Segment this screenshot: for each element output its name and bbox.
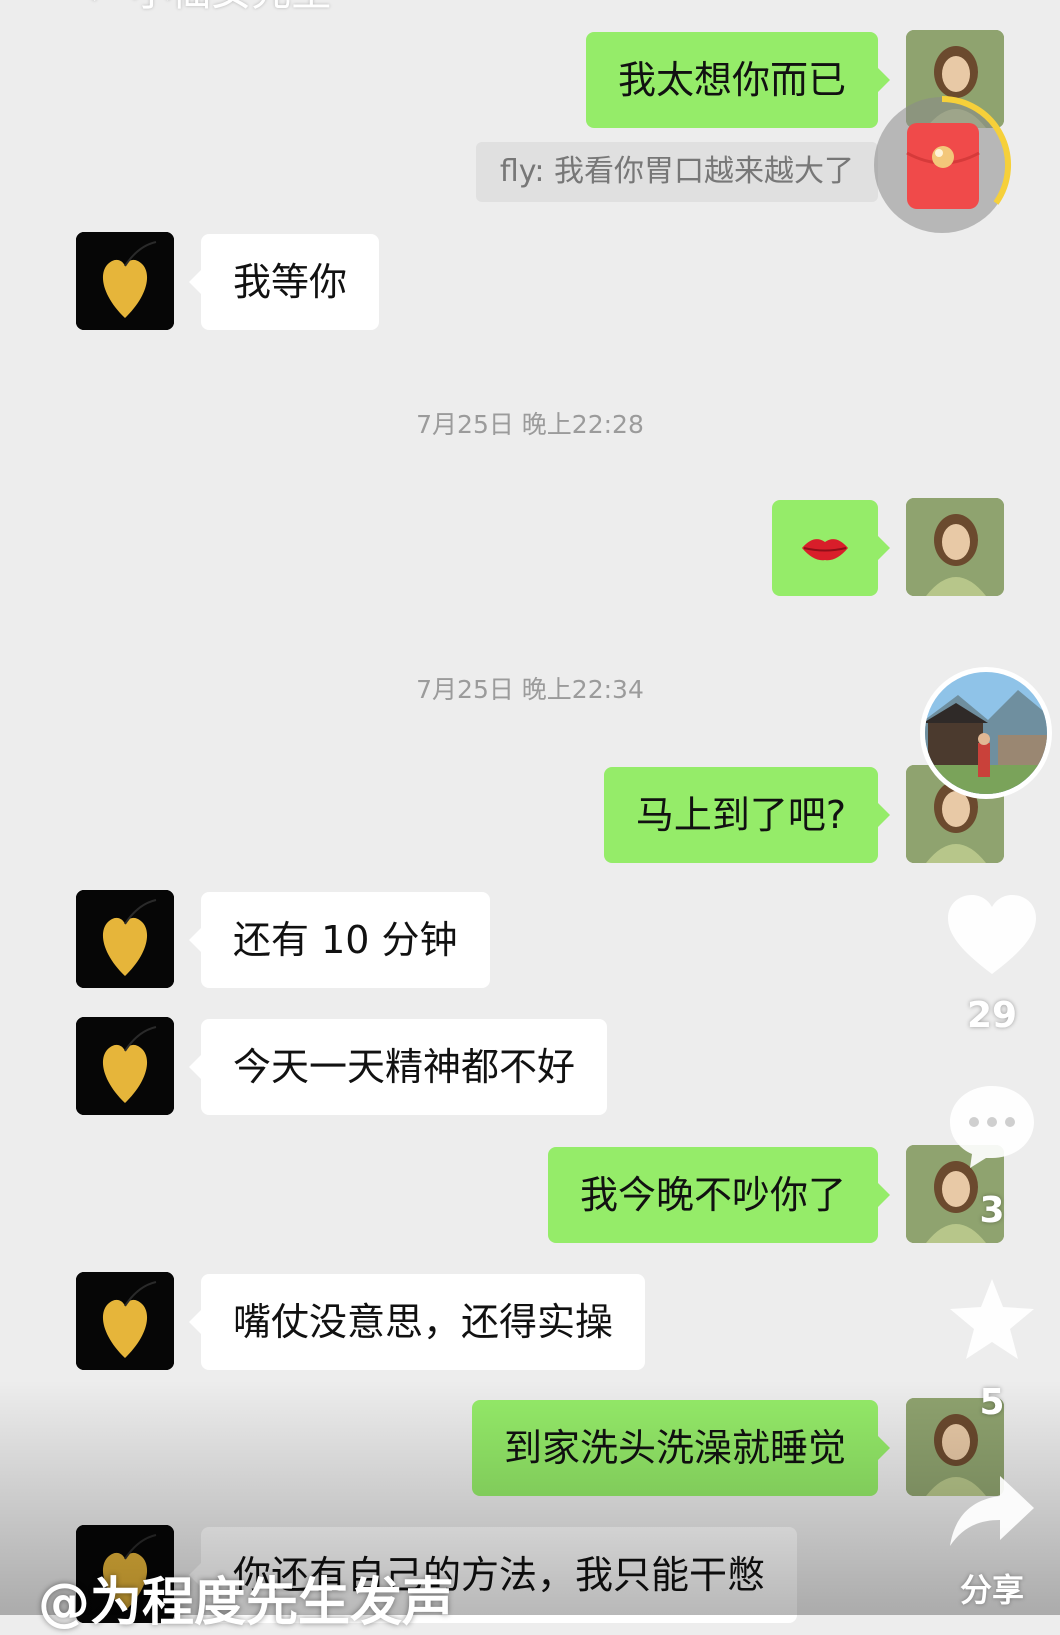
outgoing-message[interactable]: 我太想你而已 — [585, 32, 891, 128]
message-row: 还有 10 分钟 — [0, 890, 1060, 990]
incoming-message[interactable]: 嘴仗没意思，还得实操 — [188, 1274, 646, 1370]
landscape-avatar-icon — [920, 667, 1052, 799]
leaf-icon — [76, 232, 174, 330]
share-label: 分享 — [959, 1571, 1024, 1609]
self-avatar[interactable] — [906, 498, 1004, 596]
contact-avatar[interactable] — [76, 1017, 174, 1115]
heart-icon — [948, 895, 1036, 974]
outgoing-message[interactable]: 马上到了吧? — [603, 767, 891, 863]
message-row: 我今晚不吵你了 — [0, 1145, 1060, 1245]
leaf-icon — [76, 1017, 174, 1115]
incoming-message[interactable]: 还有 10 分钟 — [189, 892, 490, 988]
contact-avatar[interactable] — [76, 1272, 174, 1370]
creator-avatar[interactable] — [918, 665, 1054, 801]
outgoing-emoji-message[interactable] — [772, 500, 890, 596]
red-packet-button[interactable] — [872, 95, 1012, 235]
timestamp: 7月25日 晚上22:28 — [416, 410, 644, 439]
leaf-icon — [76, 890, 174, 988]
woman-portrait-icon — [906, 498, 1004, 596]
message-row: 嘴仗没意思，还得实操 — [0, 1272, 1060, 1372]
chat-title: ← 小仙女先生 — [85, 0, 331, 12]
message-row: 我等你 — [0, 232, 1060, 332]
leaf-icon — [76, 1272, 174, 1370]
like-count: 29 — [966, 995, 1018, 1036]
comment-count: 3 — [979, 1190, 1005, 1231]
message-row: 今天一天精神都不好 — [0, 1017, 1060, 1117]
favorite-button[interactable] — [942, 1275, 1042, 1365]
message-row — [0, 498, 1060, 598]
favorite-count: 5 — [979, 1382, 1005, 1423]
share-button[interactable] — [942, 1470, 1042, 1554]
contact-avatar[interactable] — [76, 890, 174, 988]
red-packet-icon — [874, 96, 1012, 233]
contact-avatar[interactable] — [76, 232, 174, 330]
star-icon — [950, 1279, 1034, 1359]
comment-button[interactable] — [942, 1080, 1042, 1170]
like-button[interactable] — [942, 890, 1042, 980]
share-icon — [950, 1476, 1034, 1546]
incoming-message[interactable]: 今天一天精神都不好 — [188, 1019, 608, 1115]
comment-icon — [950, 1086, 1034, 1168]
message-row: 到家洗头洗澡就睡觉 — [0, 1398, 1060, 1498]
timestamp: 7月25日 晚上22:34 — [416, 675, 644, 704]
lips-emoji-icon — [802, 539, 848, 561]
watermark: @为程度先生发声 — [38, 1573, 455, 1633]
outgoing-message[interactable]: 我今晚不吵你了 — [547, 1147, 891, 1243]
quoted-reply: fly: 我看你胃口越来越大了 — [475, 142, 878, 202]
incoming-message[interactable]: 我等你 — [188, 234, 380, 330]
outgoing-message[interactable]: 到家洗头洗澡就睡觉 — [471, 1400, 891, 1496]
message-row: 马上到了吧? — [0, 765, 1060, 865]
